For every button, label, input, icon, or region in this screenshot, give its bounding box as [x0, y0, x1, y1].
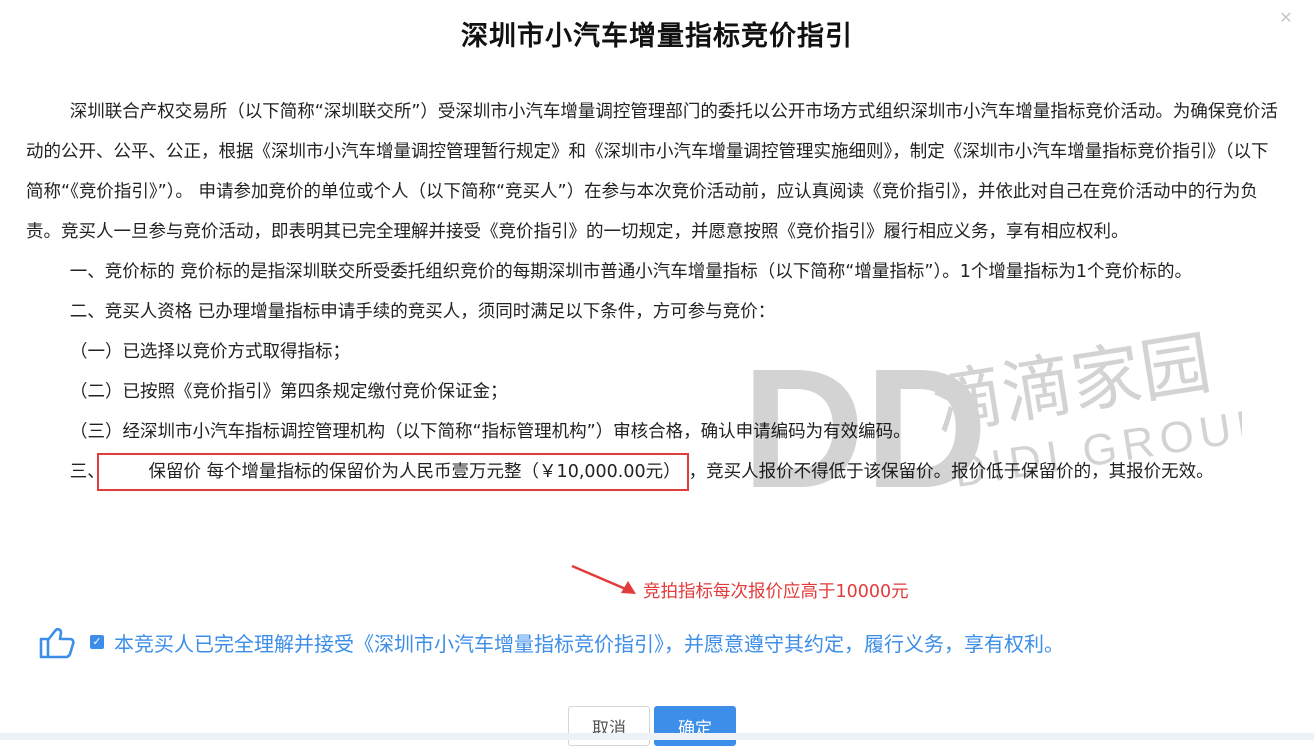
agreement-text: 本竞买人已完全理解并接受《深圳市小汽车增量指标竞价指引》，并愿意遵守其约定，履行…	[114, 631, 1064, 656]
section-bidder-qualification: 二、竞买人资格 已办理增量指标申请手续的竞买人，须同时满足以下条件，方可参与竞价…	[69, 302, 776, 322]
section-bid-target: 一、竞价标的 竞价标的是指深圳联交所受委托组织竞价的每期深圳市普通小汽车增量指标…	[69, 262, 1192, 282]
cancel-button[interactable]: 取消	[568, 706, 650, 746]
condition-item: （三）经深圳市小汽车指标调控管理机构（以下简称“指标管理机构”）审核合格，确认申…	[70, 422, 911, 442]
agree-checkbox[interactable]: ✓	[90, 635, 104, 649]
bottom-strip	[0, 733, 1314, 740]
reserve-price-highlight: 保留价 每个增量指标的保留价为人民币壹万元整（￥10,000.00元）	[96, 453, 689, 491]
condition-item: （二）已按照《竞价指引》第四条规定缴付竞价保证金；	[70, 382, 508, 402]
thumbs-up-icon	[39, 627, 75, 659]
annotation-arrow-icon	[571, 564, 636, 594]
dialog-buttons: 取消 确定	[568, 706, 740, 746]
confirm-button[interactable]: 确定	[654, 706, 736, 746]
section-reserve-price: 三、 保留价 每个增量指标的保留价为人民币壹万元整（￥10,000.00元） ，竞买…	[26, 452, 1282, 492]
bid-guide-dialog: ✕ 深圳市小汽车增量指标竞价指引 深圳联合产权交易所（以下简称“深圳联交所”）受…	[0, 0, 1314, 746]
reserve-suffix: ，竞买人报价不得低于该保留价。报价低于保留价的，其报价无效。	[688, 462, 1214, 482]
dialog-title: 深圳市小汽车增量指标竞价指引	[461, 21, 853, 52]
annotation-text: 竞拍指标每次报价应高于10000元	[643, 582, 909, 602]
guide-content: 深圳联合产权交易所（以下简称“深圳联交所”）受深圳市小汽车增量调控管理部门的委托…	[26, 92, 1282, 492]
condition-item: （一）已选择以竞价方式取得指标；	[70, 342, 350, 362]
agreement-row[interactable]: ✓ 本竞买人已完全理解并接受《深圳市小汽车增量指标竞价指引》，并愿意遵守其约定，…	[38, 624, 1064, 660]
intro-paragraph: 深圳联合产权交易所（以下简称“深圳联交所”）受深圳市小汽车增量调控管理部门的委托…	[26, 102, 1278, 242]
